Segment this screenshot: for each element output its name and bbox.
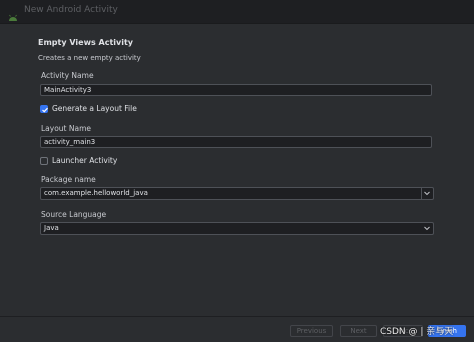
window-title: New Android Activity <box>24 5 118 15</box>
check-icon <box>42 107 48 113</box>
package-name-combo[interactable]: com.example.helloworld_java <box>40 187 434 200</box>
previous-button[interactable]: Previous <box>290 325 333 337</box>
layout-name-input[interactable]: activity_main3 <box>40 136 432 148</box>
chevron-down-icon <box>424 226 430 231</box>
watermark-text: CSDN @ | 亲与天 <box>380 327 454 337</box>
package-name-label: Package name <box>41 175 96 184</box>
source-language-dropdown[interactable] <box>422 223 433 234</box>
generate-layout-checkbox[interactable] <box>40 105 48 113</box>
activity-name-label: Activity Name <box>41 71 94 80</box>
new-activity-dialog: New Android Activity Empty Views Activit… <box>0 0 474 342</box>
activity-name-input[interactable]: MainActivity3 <box>40 84 432 96</box>
generate-layout-label: Generate a Layout File <box>52 104 137 113</box>
launcher-activity-checkbox[interactable] <box>40 157 48 165</box>
source-language-select[interactable]: Java <box>40 222 434 235</box>
dialog-footer: Previous Next Cancel Finish CSDN @ | 亲与天 <box>0 316 474 342</box>
source-language-label: Source Language <box>41 210 107 219</box>
package-name-value: com.example.helloworld_java <box>44 189 148 197</box>
chevron-down-icon <box>424 191 430 196</box>
title-bar: New Android Activity <box>0 0 474 24</box>
next-button[interactable]: Next <box>340 325 377 337</box>
android-icon <box>8 7 18 21</box>
page-title: Empty Views Activity <box>38 38 134 47</box>
layout-name-label: Layout Name <box>41 124 92 133</box>
package-dropdown-button[interactable] <box>421 188 433 199</box>
source-language-value: Java <box>44 224 59 232</box>
page-subtitle: Creates a new empty activity <box>38 54 141 62</box>
launcher-activity-label: Launcher Activity <box>52 156 118 165</box>
